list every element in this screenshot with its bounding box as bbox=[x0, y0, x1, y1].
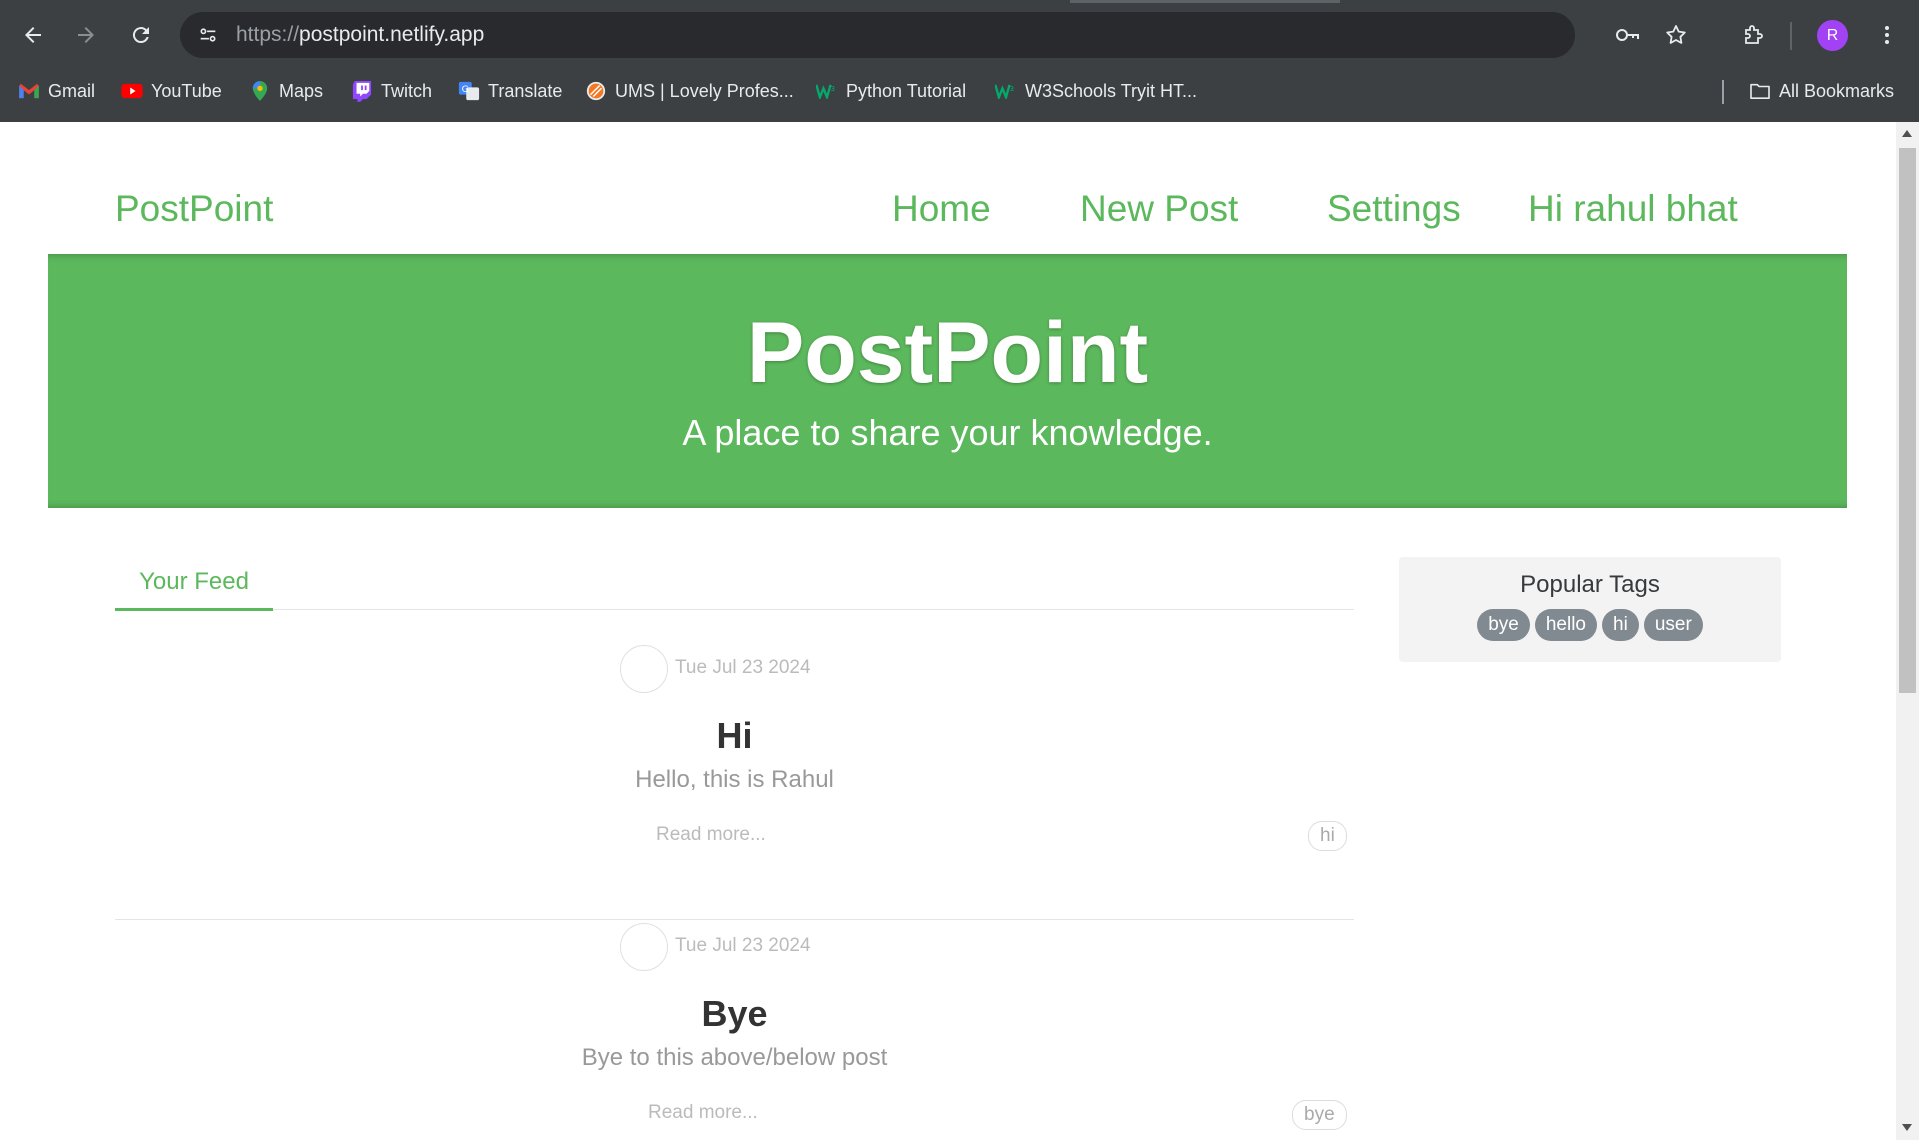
author-avatar[interactable] bbox=[620, 645, 668, 693]
page-viewport: PostPoint Home New Post Settings Hi rahu… bbox=[0, 122, 1896, 1140]
url-text[interactable]: https://postpoint.netlify.app bbox=[236, 23, 484, 47]
bookmark-youtube[interactable]: YouTube bbox=[121, 78, 222, 104]
read-more-link[interactable]: Read more... bbox=[656, 824, 766, 846]
browser-chrome: https://postpoint.netlify.app R Gmail Yo… bbox=[0, 0, 1919, 122]
maps-icon bbox=[249, 80, 271, 102]
scroll-thumb[interactable] bbox=[1899, 148, 1916, 693]
feed-toggle: Your Feed bbox=[115, 556, 1354, 611]
svg-text:3: 3 bbox=[1010, 84, 1015, 93]
tag-pill[interactable]: hi bbox=[1602, 609, 1639, 641]
nav-new-post[interactable]: New Post bbox=[1080, 188, 1238, 230]
hero-banner: PostPoint A place to share your knowledg… bbox=[48, 254, 1847, 508]
tab-indicator bbox=[1070, 0, 1340, 3]
tag-list: bye hello hi user bbox=[1399, 609, 1781, 641]
bookmark-translate[interactable]: G Translate bbox=[458, 78, 562, 104]
bookmark-python-tutorial[interactable]: 3 Python Tutorial bbox=[816, 78, 966, 104]
w3schools-icon: 3 bbox=[816, 80, 838, 102]
url-host: postpoint.netlify.app bbox=[299, 23, 485, 46]
back-button[interactable] bbox=[14, 16, 52, 54]
url-scheme: https:// bbox=[236, 23, 300, 46]
bookmark-label: UMS | Lovely Profes... bbox=[615, 80, 794, 101]
address-bar[interactable]: https://postpoint.netlify.app bbox=[180, 12, 1686, 58]
popular-tags-sidebar: Popular Tags bye hello hi user bbox=[1399, 557, 1781, 662]
all-bookmarks-label: All Bookmarks bbox=[1779, 80, 1895, 101]
password-key-icon[interactable] bbox=[1613, 21, 1641, 49]
article-date: Tue Jul 23 2024 bbox=[675, 657, 811, 678]
gmail-icon bbox=[18, 80, 40, 102]
author-avatar[interactable] bbox=[620, 923, 668, 971]
forward-button[interactable] bbox=[67, 16, 105, 54]
bookmark-ums[interactable]: UMS | Lovely Profes... bbox=[585, 78, 794, 104]
article-title[interactable]: Hi bbox=[115, 715, 1354, 757]
profile-avatar[interactable]: R bbox=[1817, 20, 1848, 51]
bookmark-label: Translate bbox=[488, 80, 563, 101]
tag-pill[interactable]: user bbox=[1643, 609, 1703, 641]
banner-title: PostPoint bbox=[746, 305, 1149, 401]
tag-pill[interactable]: bye bbox=[1477, 609, 1530, 641]
article-preview: Tue Jul 23 2024 Hi Hello, this is Rahul … bbox=[115, 632, 1354, 920]
kebab-menu-icon bbox=[1885, 26, 1889, 44]
sidebar-title: Popular Tags bbox=[1520, 571, 1660, 598]
scroll-up-arrow-icon[interactable] bbox=[1902, 130, 1912, 137]
bookmark-star-icon[interactable] bbox=[1662, 21, 1690, 49]
bookmark-w3schools-tryit[interactable]: 3 W3Schools Tryit HT... bbox=[995, 78, 1197, 104]
translate-icon: G bbox=[458, 80, 480, 102]
navbar-brand[interactable]: PostPoint bbox=[115, 188, 273, 230]
svg-text:3: 3 bbox=[831, 84, 836, 93]
article-title[interactable]: Bye bbox=[115, 993, 1354, 1035]
article-tag: hi bbox=[1308, 821, 1347, 851]
scroll-down-arrow-icon[interactable] bbox=[1902, 1124, 1912, 1131]
svg-text:G: G bbox=[462, 84, 469, 95]
article-description[interactable]: Hello, this is Rahul bbox=[115, 766, 1354, 794]
bookmark-gmail[interactable]: Gmail bbox=[18, 78, 95, 104]
all-bookmarks-button[interactable]: All Bookmarks bbox=[1749, 78, 1894, 104]
article-description[interactable]: Bye to this above/below post bbox=[115, 1044, 1354, 1072]
bookmark-label: W3Schools Tryit HT... bbox=[1025, 80, 1198, 101]
ums-icon bbox=[585, 80, 607, 102]
page-scrollbar[interactable] bbox=[1896, 122, 1919, 1140]
nav-user-profile[interactable]: Hi rahul bhat bbox=[1528, 188, 1738, 230]
tag-pill[interactable]: hello bbox=[1534, 609, 1598, 641]
tab-your-feed[interactable]: Your Feed bbox=[115, 556, 273, 611]
toolbar-separator bbox=[1790, 22, 1792, 50]
bookmark-maps[interactable]: Maps bbox=[249, 78, 323, 104]
bookmark-label: Gmail bbox=[48, 80, 96, 101]
read-more-link[interactable]: Read more... bbox=[648, 1102, 758, 1124]
article-tag: bye bbox=[1292, 1100, 1347, 1130]
forward-arrow-icon bbox=[78, 27, 94, 43]
twitch-icon bbox=[351, 80, 373, 102]
folder-icon bbox=[1749, 80, 1771, 102]
bookmark-label: Twitch bbox=[381, 80, 433, 101]
extensions-button[interactable] bbox=[1735, 16, 1773, 54]
nav-settings[interactable]: Settings bbox=[1327, 188, 1461, 230]
banner-subtitle: A place to share your knowledge. bbox=[682, 412, 1213, 453]
reload-button[interactable] bbox=[122, 16, 160, 54]
site-info-icon[interactable] bbox=[192, 19, 224, 51]
reload-icon bbox=[132, 27, 149, 44]
bookmarks-separator bbox=[1722, 80, 1724, 104]
bookmarks-bar: Gmail YouTube Maps Twitch G Translate UM… bbox=[0, 70, 1919, 112]
profile-initial: R bbox=[1826, 26, 1839, 44]
menu-button[interactable] bbox=[1868, 16, 1906, 54]
bookmark-label: Python Tutorial bbox=[846, 80, 967, 101]
bookmark-label: YouTube bbox=[151, 80, 222, 101]
article-date: Tue Jul 23 2024 bbox=[675, 935, 811, 956]
puzzle-icon bbox=[1745, 25, 1763, 44]
youtube-icon bbox=[121, 80, 143, 102]
bookmark-label: Maps bbox=[279, 80, 324, 101]
nav-home[interactable]: Home bbox=[892, 188, 991, 230]
article-preview: Tue Jul 23 2024 Bye Bye to this above/be… bbox=[115, 910, 1354, 1140]
back-arrow-icon bbox=[25, 27, 41, 43]
w3schools-icon: 3 bbox=[995, 80, 1017, 102]
bookmark-twitch[interactable]: Twitch bbox=[351, 78, 432, 104]
